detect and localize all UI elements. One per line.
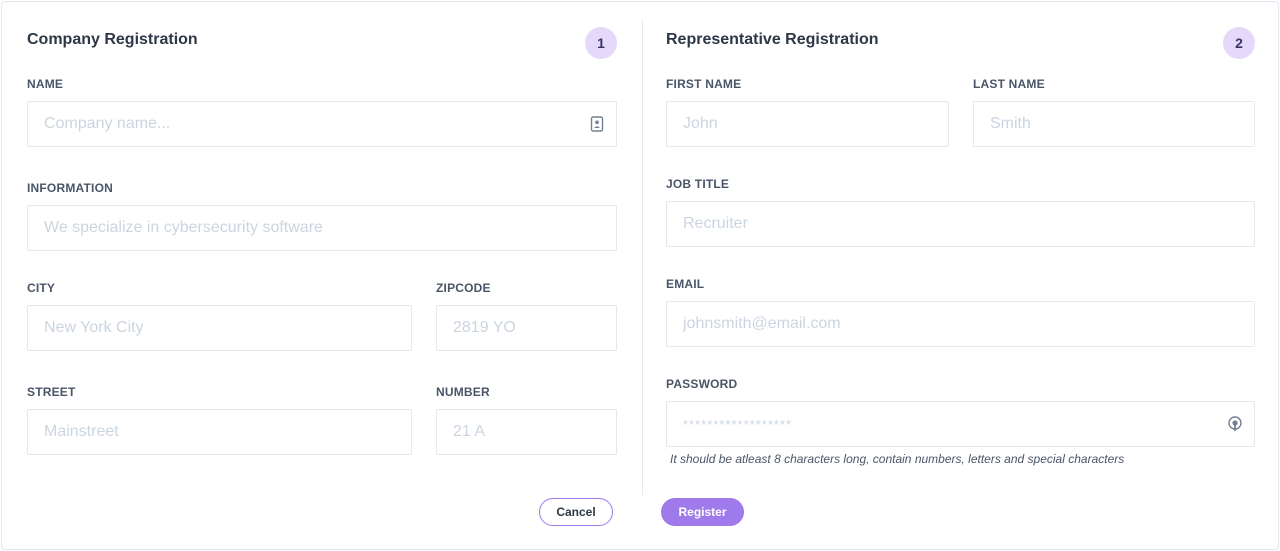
city-input[interactable] <box>28 306 411 350</box>
register-button[interactable]: Register <box>661 498 744 526</box>
lock-icon <box>1228 416 1242 431</box>
first-name-label: FIRST NAME <box>666 77 742 91</box>
name-label: NAME <box>27 77 64 91</box>
street-field[interactable] <box>27 409 412 455</box>
information-input[interactable] <box>28 206 616 250</box>
number-label: NUMBER <box>436 385 490 399</box>
last-name-input[interactable] <box>974 102 1254 146</box>
city-label: CITY <box>27 281 56 295</box>
company-name-field[interactable] <box>27 101 617 147</box>
representative-section-title: Representative Registration <box>666 31 879 48</box>
company-section-title: Company Registration <box>27 31 198 48</box>
password-input[interactable] <box>667 402 1254 446</box>
email-field[interactable] <box>666 301 1255 347</box>
cancel-button[interactable]: Cancel <box>539 498 613 526</box>
email-input[interactable] <box>667 302 1254 346</box>
first-name-field[interactable] <box>666 101 949 147</box>
job-title-input[interactable] <box>667 202 1254 246</box>
company-name-input[interactable] <box>28 102 616 146</box>
email-label: EMAIL <box>666 277 705 291</box>
zipcode-label: ZIPCODE <box>436 281 491 295</box>
street-label: STREET <box>27 385 76 399</box>
step-badge-1: 1 <box>585 27 617 59</box>
password-label: PASSWORD <box>666 377 738 391</box>
zipcode-field[interactable] <box>436 305 617 351</box>
number-field[interactable] <box>436 409 617 455</box>
last-name-field[interactable] <box>973 101 1255 147</box>
last-name-label: LAST NAME <box>973 77 1045 91</box>
registration-panel: Company Registration 1 NAME INFORMATION … <box>1 1 1279 550</box>
zipcode-input[interactable] <box>437 306 616 350</box>
step-badge-2: 2 <box>1223 27 1255 59</box>
job-title-field[interactable] <box>666 201 1255 247</box>
city-field[interactable] <box>27 305 412 351</box>
password-hint: It should be atleast 8 characters long, … <box>670 452 1125 466</box>
information-field[interactable] <box>27 205 617 251</box>
password-field[interactable] <box>666 401 1255 447</box>
number-input[interactable] <box>437 410 616 454</box>
information-label: INFORMATION <box>27 181 113 195</box>
street-input[interactable] <box>28 410 411 454</box>
contact-card-icon <box>590 116 604 132</box>
section-divider <box>642 20 643 495</box>
first-name-input[interactable] <box>667 102 948 146</box>
job-title-label: JOB TITLE <box>666 177 730 191</box>
